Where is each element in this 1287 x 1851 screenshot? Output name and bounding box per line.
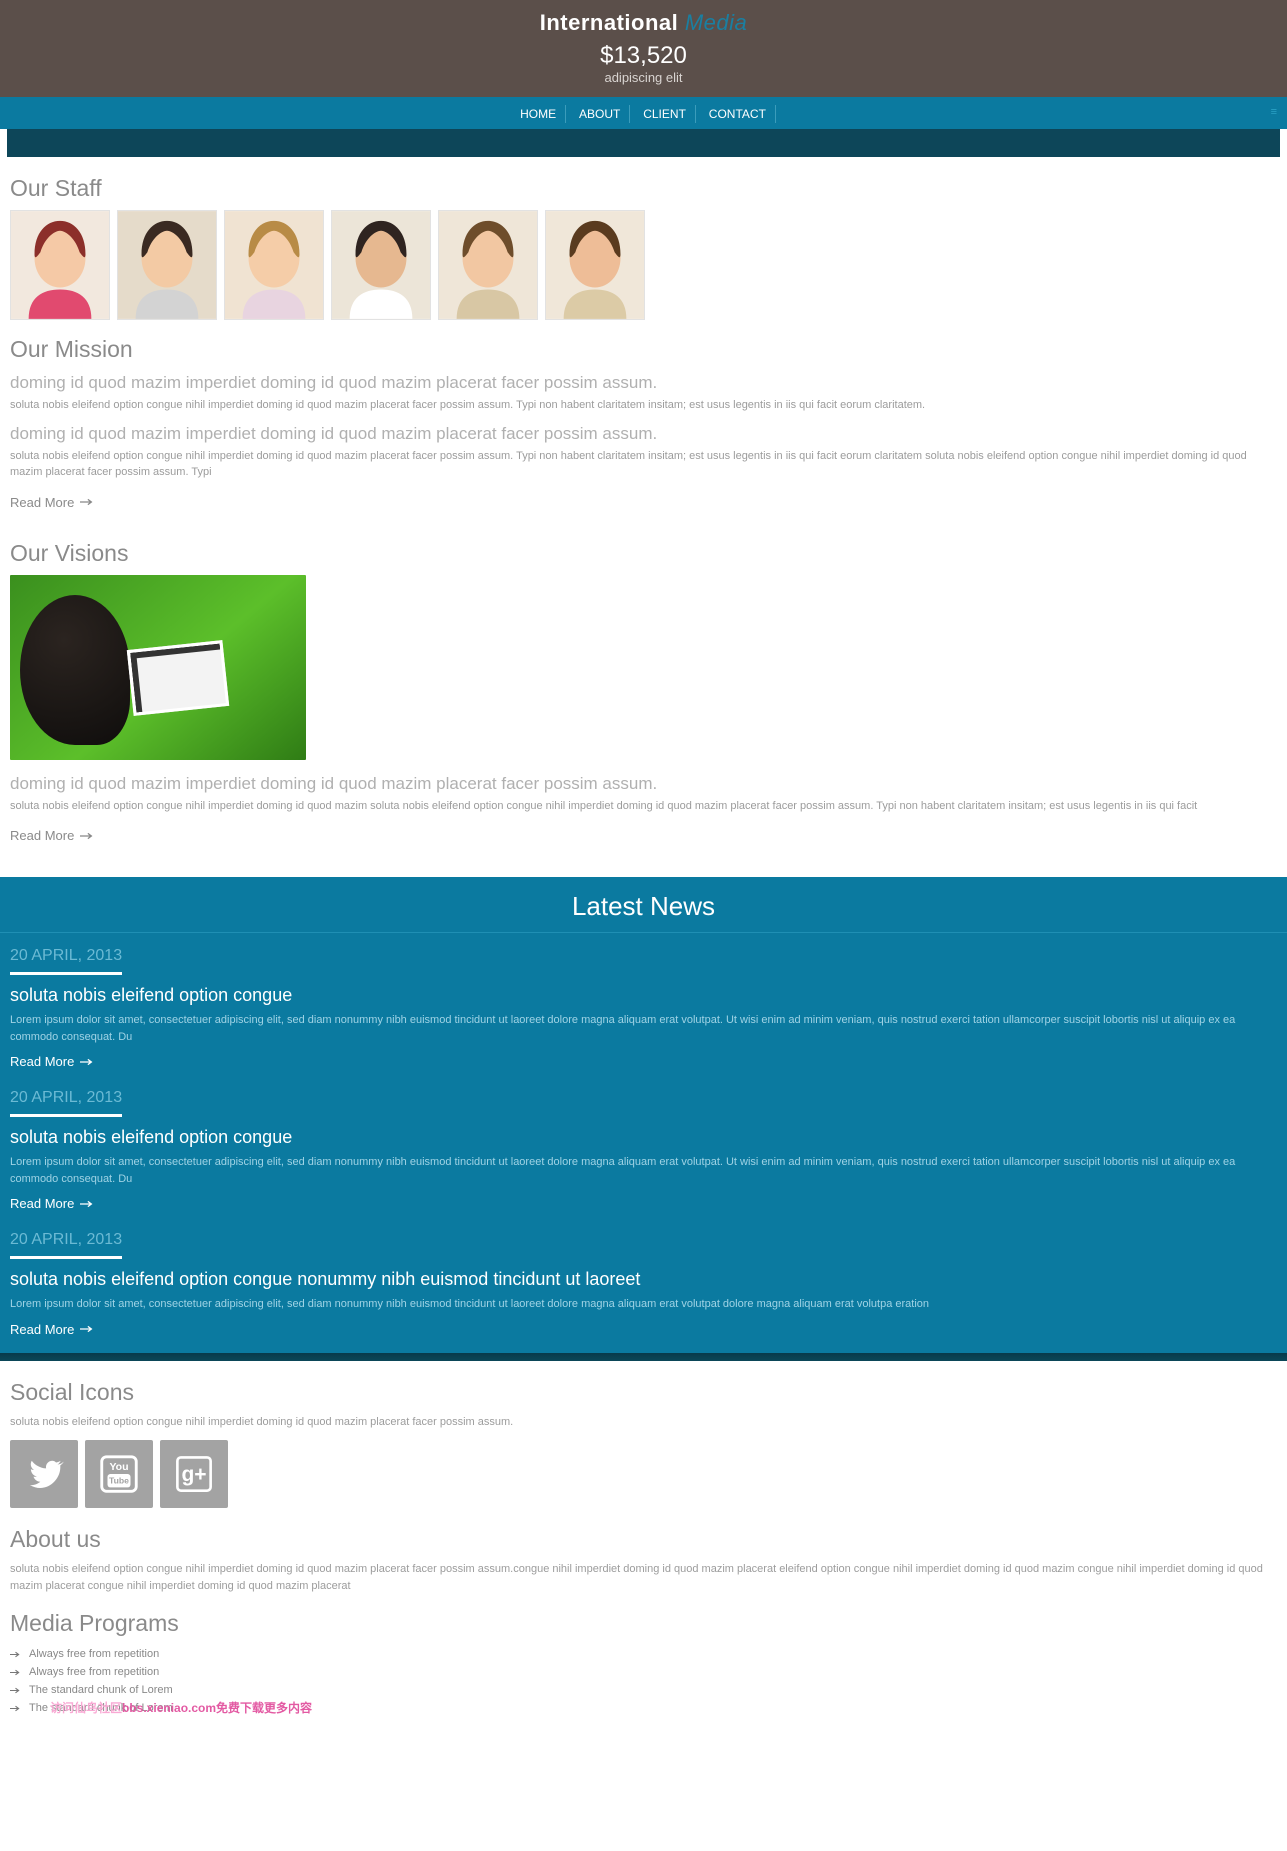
read-more-label: Read More	[10, 1322, 74, 1337]
news-headline: soluta nobis eleifend option congue	[10, 985, 1277, 1006]
vision-image	[10, 575, 306, 760]
news-headline: soluta nobis eleifend option congue	[10, 1127, 1277, 1148]
news-item: 20 APRIL, 2013 soluta nobis eleifend opt…	[0, 933, 1287, 1075]
staff-thumb[interactable]	[117, 210, 217, 320]
mission-para-1: soluta nobis eleifend option congue nihi…	[10, 397, 1277, 414]
svg-text:g+: g+	[181, 1463, 206, 1486]
mission-sub-1: doming id quod mazim imperdiet doming id…	[10, 373, 1277, 393]
program-label: Always free from repetition	[29, 1666, 159, 1678]
section-social-heading: Social Icons	[10, 1379, 1277, 1406]
read-more-label: Read More	[10, 1196, 74, 1211]
visions-read-more[interactable]: Read More	[10, 828, 94, 843]
program-item[interactable]: The standard chunk of Lorem	[10, 1681, 1277, 1699]
arrow-right-icon	[80, 1325, 94, 1333]
logo-second: Media	[678, 10, 747, 35]
latest-news-title: Latest News	[0, 877, 1287, 933]
arrow-right-icon	[80, 498, 94, 506]
section-about-heading: About us	[10, 1526, 1277, 1553]
staff-thumb[interactable]	[438, 210, 538, 320]
top-header: International Media $13,520 adipiscing e…	[0, 0, 1287, 97]
svg-text:You: You	[109, 1461, 128, 1473]
google-plus-icon[interactable]: g+	[160, 1440, 228, 1508]
mission-para-2: soluta nobis eleifend option congue nihi…	[10, 448, 1277, 481]
news-date: 20 APRIL, 2013	[10, 1089, 122, 1117]
news-text: Lorem ipsum dolor sit amet, consectetuer…	[10, 1012, 1277, 1045]
news-read-more[interactable]: Read More	[10, 1054, 94, 1069]
staff-thumb[interactable]	[331, 210, 431, 320]
news-text: Lorem ipsum dolor sit amet, consectetuer…	[10, 1154, 1277, 1187]
arrow-right-icon	[10, 1687, 21, 1694]
nav-home[interactable]: HOME	[511, 105, 566, 123]
header-amount: $13,520	[0, 42, 1287, 70]
nav-contact[interactable]: CONTACT	[700, 105, 776, 123]
watermark-light: 访问仙鸟社区	[50, 1701, 122, 1715]
arrow-right-icon	[80, 832, 94, 840]
main-nav: HOME ABOUT CLIENT CONTACT ≡	[0, 97, 1287, 129]
section-staff-heading: Our Staff	[10, 175, 1277, 202]
program-label: Always free from repetition	[29, 1648, 159, 1660]
nav-client[interactable]: CLIENT	[634, 105, 696, 123]
social-icons-row: You Tube g+	[10, 1440, 1277, 1508]
staff-thumb[interactable]	[224, 210, 324, 320]
news-text: Lorem ipsum dolor sit amet, consectetuer…	[10, 1296, 1277, 1313]
mission-read-more[interactable]: Read More	[10, 495, 94, 510]
arrow-right-icon	[10, 1705, 21, 1712]
read-more-label: Read More	[10, 828, 74, 843]
banner-strip	[7, 129, 1280, 157]
program-item[interactable]: Always free from repetition	[10, 1663, 1277, 1681]
staff-thumb[interactable]	[545, 210, 645, 320]
news-date: 20 APRIL, 2013	[10, 1231, 122, 1259]
section-divider	[0, 1353, 1287, 1361]
latest-news-section: Latest News 20 APRIL, 2013 soluta nobis …	[0, 877, 1287, 1353]
watermark-strong: bbs.xieniao.com免费下载更多内容	[122, 1701, 312, 1715]
read-more-label: Read More	[10, 495, 74, 510]
arrow-right-icon	[80, 1058, 94, 1066]
program-label: The standard chunk of Lorem	[29, 1684, 173, 1696]
arrow-right-icon	[80, 1200, 94, 1208]
watermark-text: 访问仙鸟社区bbs.xieniao.com免费下载更多内容	[50, 1699, 1277, 1716]
section-visions-heading: Our Visions	[10, 540, 1277, 567]
staff-thumb[interactable]	[10, 210, 110, 320]
news-read-more[interactable]: Read More	[10, 1196, 94, 1211]
social-para: soluta nobis eleifend option congue nihi…	[10, 1414, 1277, 1431]
news-headline: soluta nobis eleifend option congue nonu…	[10, 1269, 1277, 1290]
visions-sub: doming id quod mazim imperdiet doming id…	[10, 774, 1277, 794]
staff-row	[10, 210, 1277, 320]
nav-about[interactable]: ABOUT	[570, 105, 630, 123]
mission-sub-2: doming id quod mazim imperdiet doming id…	[10, 424, 1277, 444]
about-para: soluta nobis eleifend option congue nihi…	[10, 1561, 1277, 1594]
visions-para: soluta nobis eleifend option congue nihi…	[10, 798, 1277, 815]
logo-first: International	[540, 10, 679, 35]
header-tagline: adipiscing elit	[0, 70, 1287, 85]
twitter-icon[interactable]	[10, 1440, 78, 1508]
svg-text:Tube: Tube	[109, 1476, 129, 1486]
menu-toggle-icon[interactable]: ≡	[1271, 106, 1277, 118]
program-item[interactable]: Always free from repetition	[10, 1645, 1277, 1663]
arrow-right-icon	[10, 1651, 21, 1658]
news-item: 20 APRIL, 2013 soluta nobis eleifend opt…	[0, 1217, 1287, 1343]
news-date: 20 APRIL, 2013	[10, 947, 122, 975]
section-programs-heading: Media Programs	[10, 1610, 1277, 1637]
site-logo: International Media	[0, 10, 1287, 36]
youtube-icon[interactable]: You Tube	[85, 1440, 153, 1508]
arrow-right-icon	[10, 1669, 21, 1676]
news-item: 20 APRIL, 2013 soluta nobis eleifend opt…	[0, 1075, 1287, 1217]
read-more-label: Read More	[10, 1054, 74, 1069]
section-mission-heading: Our Mission	[10, 336, 1277, 363]
news-read-more[interactable]: Read More	[10, 1322, 94, 1337]
